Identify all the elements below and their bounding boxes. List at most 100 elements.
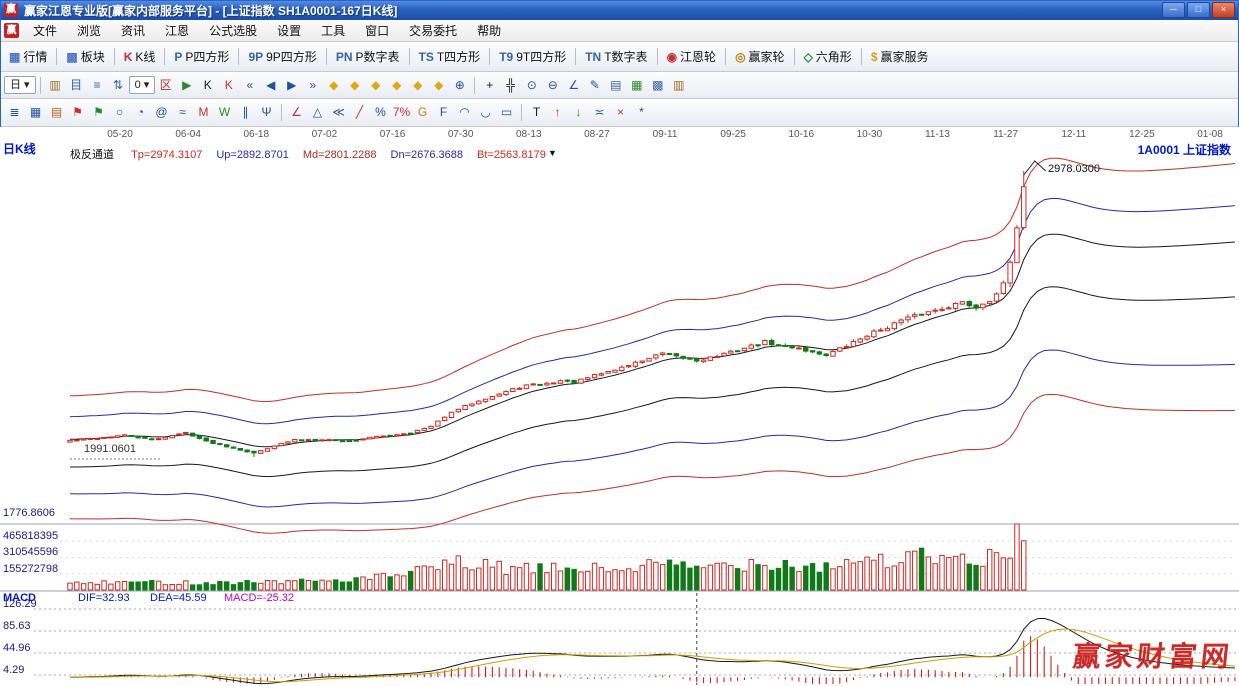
gann-angle-icon[interactable]: △	[307, 103, 328, 122]
menu-item-4[interactable]: 江恩	[155, 20, 199, 41]
menu-item-7[interactable]: 工具	[311, 20, 355, 41]
separator	[489, 48, 490, 65]
menu-item-8[interactable]: 窗口	[355, 20, 399, 41]
banner-icon[interactable]: ⚑	[88, 103, 109, 122]
hexagon-button[interactable]: ◇六角形	[799, 46, 857, 67]
w-pattern-icon[interactable]: W	[214, 103, 235, 122]
menu-item-9[interactable]: 交易委托	[399, 20, 467, 41]
svg-text:07-02: 07-02	[312, 129, 338, 140]
percent-line-icon[interactable]: %	[370, 103, 391, 122]
edit-icon[interactable]: ✎	[584, 76, 605, 95]
zoom-out-icon[interactable]: ⊖	[542, 76, 563, 95]
menu-item-5[interactable]: 公式选股	[199, 20, 267, 41]
semicircle-icon[interactable]: ◡	[475, 103, 496, 122]
tool-settings-icon[interactable]: *	[631, 103, 652, 122]
first-bar-icon[interactable]: «	[239, 76, 260, 95]
menu-item-2[interactable]: 浏览	[67, 20, 111, 41]
titlebar[interactable]: 赢 赢家江恩专业版[赢家内部服务平台] - [上证指数 SH1A0001-167…	[0, 0, 1239, 20]
t-number-table-button[interactable]: TNT数字表	[580, 46, 652, 67]
p-square-button[interactable]: PP四方形	[169, 46, 234, 67]
flag-icon[interactable]: ⚑	[67, 103, 88, 122]
price-grid-icon[interactable]: ▤	[46, 103, 67, 122]
stock-info-icon[interactable]: ▥	[45, 76, 66, 95]
m-pattern-icon[interactable]: M	[193, 103, 214, 122]
pitchfork-icon[interactable]: Ψ	[256, 103, 277, 122]
overlay-count-selector[interactable]: 0 ▾	[129, 76, 156, 94]
crosshair-icon[interactable]: +	[479, 76, 500, 95]
play-icon[interactable]: ▶	[176, 76, 197, 95]
minimize-button[interactable]: ─	[1162, 2, 1185, 18]
period-label: 日K线	[3, 140, 36, 157]
grid-icon[interactable]: ▦	[25, 103, 46, 122]
close-button[interactable]: ×	[1212, 2, 1235, 18]
gann-wheel-button[interactable]: ◉江恩轮	[662, 46, 722, 67]
spiral-icon[interactable]: @	[151, 103, 172, 122]
golden-ratio-icon[interactable]: G	[412, 103, 433, 122]
separator	[114, 48, 115, 65]
ruler-icon[interactable]: ≍	[589, 103, 610, 122]
move-hand-icon[interactable]: ╬	[500, 76, 521, 95]
channel-icon[interactable]: ∥	[235, 103, 256, 122]
arc-tool-icon[interactable]: ◠	[454, 103, 475, 122]
angle-icon[interactable]: ∠	[286, 103, 307, 122]
9t-square-button[interactable]: T99T四方形	[494, 46, 571, 67]
text-tool-icon[interactable]: T	[526, 103, 547, 122]
sort-icon[interactable]: ⇅	[108, 76, 129, 95]
zoom-in-icon[interactable]: ⊙	[521, 76, 542, 95]
9p-square-button[interactable]: 9P9P四方形	[243, 46, 321, 67]
target-icon[interactable]: ⊕	[449, 76, 470, 95]
macd-axis-label: 85.63	[3, 620, 31, 632]
feature-label: T数字表	[604, 48, 647, 65]
menu-item-1[interactable]: 文件	[23, 20, 67, 41]
menu-item-3[interactable]: 资讯	[111, 20, 155, 41]
last-bar-icon[interactable]: »	[302, 76, 323, 95]
winner-service-button[interactable]: $赢家服务	[866, 46, 934, 67]
circle-tool-icon[interactable]: ○	[109, 103, 130, 122]
arrow-down-icon[interactable]: ↓	[568, 103, 589, 122]
wave-icon[interactable]: ≈	[172, 103, 193, 122]
percent-zone-icon[interactable]: 7%	[391, 103, 412, 122]
maximize-button[interactable]: □	[1187, 2, 1210, 18]
period-day-selector[interactable]: 日 ▾	[4, 76, 36, 94]
winner-wheel-icon: ◎	[735, 50, 745, 64]
chart-area[interactable]: 05-2006-0406-1807-0207-1607-3008-1308-27…	[0, 127, 1239, 686]
fan-lines-icon[interactable]: ≪	[328, 103, 349, 122]
chart-window-3-icon[interactable]: ▩	[647, 76, 668, 95]
gann-nav-shrink-icon[interactable]: ◆	[428, 76, 449, 95]
channel-indicator-name: 极反通道	[70, 149, 114, 161]
menu-item-10[interactable]: 帮助	[467, 20, 511, 41]
gann-nav-expand-icon[interactable]: ◆	[407, 76, 428, 95]
quotes-button[interactable]: ▦行情	[4, 46, 52, 67]
gann-nav-down-icon[interactable]: ◆	[386, 76, 407, 95]
menu-item-6[interactable]: 设置	[267, 20, 311, 41]
gann-nav-left-icon[interactable]: ◆	[323, 76, 344, 95]
channel-line	[70, 394, 1235, 533]
measure-icon[interactable]: ∠	[563, 76, 584, 95]
next-bar-icon[interactable]: ▶	[281, 76, 302, 95]
stats-icon[interactable]: ▥	[668, 76, 689, 95]
layers-icon[interactable]: ≣	[4, 103, 25, 122]
speed-line-icon[interactable]: ╱	[349, 103, 370, 122]
winner-wheel-button[interactable]: ◎赢家轮	[730, 46, 790, 67]
cycle-tool-icon[interactable]: ◔	[130, 103, 151, 122]
chart-window-2-icon[interactable]: ▦	[626, 76, 647, 95]
chart-window-1-icon[interactable]: ▤	[605, 76, 626, 95]
fib-time-icon[interactable]: F	[433, 103, 454, 122]
p-number-table-button[interactable]: PNP数字表	[331, 46, 405, 67]
region-icon[interactable]: 区	[155, 76, 176, 95]
list-view-icon[interactable]: ≡	[87, 76, 108, 95]
gann-nav-right-icon[interactable]: ◆	[344, 76, 365, 95]
kline-style-red-icon[interactable]: K	[218, 76, 239, 95]
gann-nav-up-icon[interactable]: ◆	[365, 76, 386, 95]
svg-text:11-13: 11-13	[925, 129, 950, 140]
sectors-button[interactable]: ▩板块	[61, 46, 109, 67]
separator	[164, 48, 165, 65]
arrow-up-icon[interactable]: ↑	[547, 103, 568, 122]
prev-bar-icon[interactable]: ◀	[260, 76, 281, 95]
box-tool-icon[interactable]: ▭	[496, 103, 517, 122]
detail-view-icon[interactable]: 目	[66, 76, 87, 95]
t-square-button[interactable]: TST四方形	[414, 46, 486, 67]
kline-style-black-icon[interactable]: K	[197, 76, 218, 95]
delete-tool-icon[interactable]: ×	[610, 103, 631, 122]
kline-button[interactable]: KK线	[119, 46, 161, 67]
